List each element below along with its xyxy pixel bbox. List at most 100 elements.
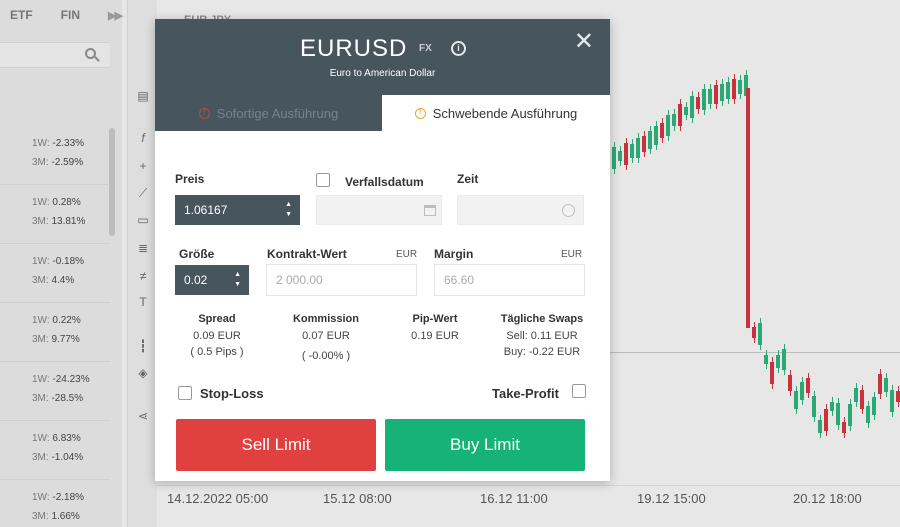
candle — [666, 114, 670, 136]
indicator-fx-icon[interactable]: f — [135, 130, 151, 146]
instrument-subtitle: Euro to American Dollar — [329, 68, 436, 79]
period-3m: 3M: 4.4% — [32, 275, 75, 286]
margin-value: 66.60 — [444, 273, 475, 287]
dialog-header: EURUSD FX i Euro to American Dollar ✕ — [155, 19, 610, 95]
size-label: Größe — [179, 247, 215, 261]
margin-unit: EUR — [561, 249, 583, 260]
tab-etf[interactable]: ETF — [10, 8, 33, 22]
candle — [848, 404, 852, 426]
candle — [854, 387, 858, 402]
x-axis-label: 20.12 18:00 — [793, 491, 862, 506]
text-tool-icon[interactable]: T — [135, 294, 151, 310]
commission-percent: ( -0.00% ) — [301, 350, 351, 362]
candle — [896, 390, 900, 402]
watchlist-row[interactable]: 1W: 0.22% 3M: 9.77% — [0, 303, 110, 362]
candle — [654, 125, 658, 145]
spread-stat: Spread 0.09 EUR ( 0.5 Pips ) — [177, 313, 257, 360]
double-chevron-right-icon[interactable]: ▶▶ — [108, 9, 123, 22]
size-input[interactable]: 0.02 ▲ ▼ — [175, 265, 249, 295]
period-3m: 3M: -2.59% — [32, 157, 84, 168]
x-axis-label: 14.12.2022 05:00 — [167, 491, 269, 506]
candle — [746, 88, 750, 328]
candle — [806, 377, 810, 394]
info-icon[interactable]: i — [451, 41, 466, 56]
price-up-arrow-icon[interactable]: ▲ — [285, 201, 292, 209]
period-3m: 3M: 1.66% — [32, 511, 80, 522]
stop-loss-checkbox[interactable] — [178, 386, 192, 400]
tab-label: Schwebende Ausführung — [432, 105, 578, 121]
candle — [872, 397, 876, 415]
candle — [696, 97, 700, 109]
candle — [738, 80, 742, 95]
instant-execution-icon: ! — [198, 107, 210, 119]
watchlist-row[interactable]: 1W: -2.33% 3M: -2.59% — [0, 126, 110, 185]
calendar-icon — [424, 205, 436, 216]
fibonacci-icon[interactable]: ≣ — [135, 240, 151, 256]
pitchfork-icon[interactable]: ≠ — [135, 268, 151, 284]
drawing-toolbar: ▤ f + ⟋ ▭ ≣ ≠ T ┇ ◈ ⋖ — [127, 0, 157, 527]
tab-instant-execution[interactable]: ! Sofortige Ausführung — [155, 95, 382, 131]
candle — [672, 114, 676, 127]
price-down-arrow-icon[interactable]: ▼ — [285, 211, 292, 219]
candle — [782, 349, 786, 370]
commission-value: 0.07 EUR — [302, 330, 350, 342]
candle — [866, 405, 870, 424]
time-input[interactable] — [457, 195, 584, 225]
candle — [726, 82, 730, 99]
order-dialog: EURUSD FX i Euro to American Dollar ✕ ! … — [155, 19, 610, 481]
watchlist-row[interactable]: 1W: -2.18% 3M: 1.66% — [0, 480, 110, 527]
watchlist-row[interactable]: 1W: -0.18% 3M: 4.4% — [0, 244, 110, 303]
watchlist-row[interactable]: 1W: 0.28% 3M: 13.81% — [0, 185, 110, 244]
crosshair-icon[interactable]: + — [135, 158, 151, 174]
layers-icon[interactable]: ◈ — [135, 365, 151, 381]
expiry-date-input[interactable] — [316, 195, 442, 225]
spread-value: 0.09 EUR — [193, 330, 241, 342]
watchlist-row[interactable]: 1W: -24.23% 3M: -28.5% — [0, 362, 110, 421]
time-label: Zeit — [457, 172, 479, 186]
size-up-arrow-icon[interactable]: ▲ — [234, 271, 241, 279]
contract-value: 2 000.00 — [276, 273, 323, 287]
candles-icon[interactable]: ┇ — [135, 338, 151, 354]
period-3m: 3M: -1.04% — [32, 452, 84, 463]
candle — [702, 89, 706, 111]
price-label: Preis — [175, 172, 205, 186]
close-icon[interactable]: ✕ — [574, 30, 594, 54]
search-icon[interactable] — [85, 48, 96, 59]
expiry-checkbox[interactable] — [316, 173, 330, 187]
sell-limit-button[interactable]: Sell Limit — [176, 419, 376, 471]
candle — [678, 104, 682, 127]
trendline-icon[interactable]: ⟋ — [135, 185, 151, 201]
price-value: 1.06167 — [184, 203, 228, 217]
commission-title: Kommission — [292, 313, 359, 325]
pip-value: 0.19 EUR — [411, 330, 459, 342]
candle — [836, 403, 840, 426]
watchlist-search[interactable] — [0, 42, 110, 68]
candle — [884, 377, 888, 392]
candle — [776, 355, 780, 368]
candle — [612, 147, 616, 170]
candle — [818, 420, 822, 433]
size-down-arrow-icon[interactable]: ▼ — [234, 281, 241, 289]
tab-pending-execution[interactable]: ! Schwebende Ausführung — [382, 95, 610, 131]
candle — [642, 135, 646, 153]
pip-value-stat: Pip-Wert 0.19 EUR — [395, 313, 475, 344]
instrument-title: EURUSD — [300, 35, 408, 62]
candle — [648, 130, 652, 149]
candle — [812, 396, 816, 417]
rectangle-icon[interactable]: ▭ — [135, 212, 151, 228]
chart-type-icon[interactable]: ▤ — [135, 88, 151, 104]
candle — [752, 327, 756, 338]
candle — [660, 122, 664, 138]
execution-tabs: ! Sofortige Ausführung ! Schwebende Ausf… — [155, 95, 610, 131]
pip-value-title: Pip-Wert — [412, 313, 458, 325]
candle — [842, 422, 846, 433]
take-profit-checkbox[interactable] — [572, 384, 586, 398]
watchlist-row[interactable]: 1W: 6.83% 3M: -1.04% — [0, 421, 110, 480]
candle — [708, 89, 712, 105]
candle — [732, 79, 736, 99]
price-input[interactable]: 1.06167 ▲ ▼ — [175, 195, 300, 225]
candle — [800, 381, 804, 401]
tab-fin[interactable]: FIN — [61, 8, 80, 22]
share-icon[interactable]: ⋖ — [135, 408, 151, 424]
buy-limit-button[interactable]: Buy Limit — [385, 419, 585, 471]
